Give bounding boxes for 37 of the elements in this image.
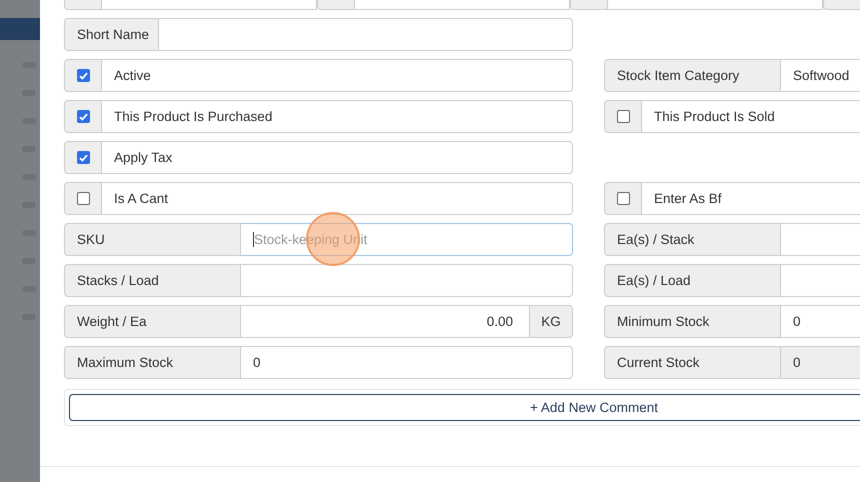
checkbox[interactable] bbox=[76, 192, 90, 205]
input-field[interactable]: Softwood bbox=[781, 59, 860, 92]
field-label: Ea(s) / Load bbox=[604, 264, 781, 297]
checkbox-label: This Product Is Purchased bbox=[102, 100, 573, 133]
field-label: Ea(s) / Stack bbox=[604, 223, 781, 256]
input-field[interactable] bbox=[159, 18, 573, 51]
input-addon bbox=[570, 0, 608, 10]
input-field[interactable] bbox=[608, 0, 823, 10]
input-field[interactable]: 0.00 bbox=[241, 305, 530, 338]
add-comment-button[interactable]: + Add New Comment bbox=[69, 394, 860, 421]
checkbox[interactable] bbox=[76, 69, 90, 82]
input-field[interactable] bbox=[102, 0, 317, 10]
checkbox-label: Active bbox=[102, 59, 573, 92]
input-addon bbox=[317, 0, 355, 10]
field-label: Current Stock bbox=[604, 346, 781, 379]
checkbox[interactable] bbox=[616, 192, 630, 205]
checkbox[interactable] bbox=[616, 110, 630, 123]
field-label: Short Name bbox=[64, 18, 159, 51]
unit-label: KG bbox=[530, 305, 573, 338]
input-addon bbox=[64, 0, 102, 10]
input-addon bbox=[823, 0, 860, 10]
checkbox[interactable] bbox=[76, 151, 90, 164]
checkbox[interactable] bbox=[76, 110, 90, 123]
checkbox-label: Apply Tax bbox=[102, 141, 573, 174]
field-label: Stacks / Load bbox=[64, 264, 241, 297]
field-label: Weight / Ea bbox=[64, 305, 241, 338]
checkbox-label: Enter As Bf bbox=[642, 182, 860, 215]
input-field[interactable] bbox=[355, 0, 570, 10]
input-field[interactable]: 0 bbox=[241, 346, 573, 379]
field-label: SKU bbox=[64, 223, 241, 256]
field-label: Maximum Stock bbox=[64, 346, 241, 379]
checkbox-label: Is A Cant bbox=[102, 182, 573, 215]
checkbox-label: This Product Is Sold bbox=[642, 100, 860, 133]
field-label: Stock Item Category bbox=[604, 59, 781, 92]
field-label: Minimum Stock bbox=[604, 305, 781, 338]
input-field[interactable] bbox=[241, 264, 573, 297]
input-field[interactable]: 0 bbox=[781, 305, 860, 338]
